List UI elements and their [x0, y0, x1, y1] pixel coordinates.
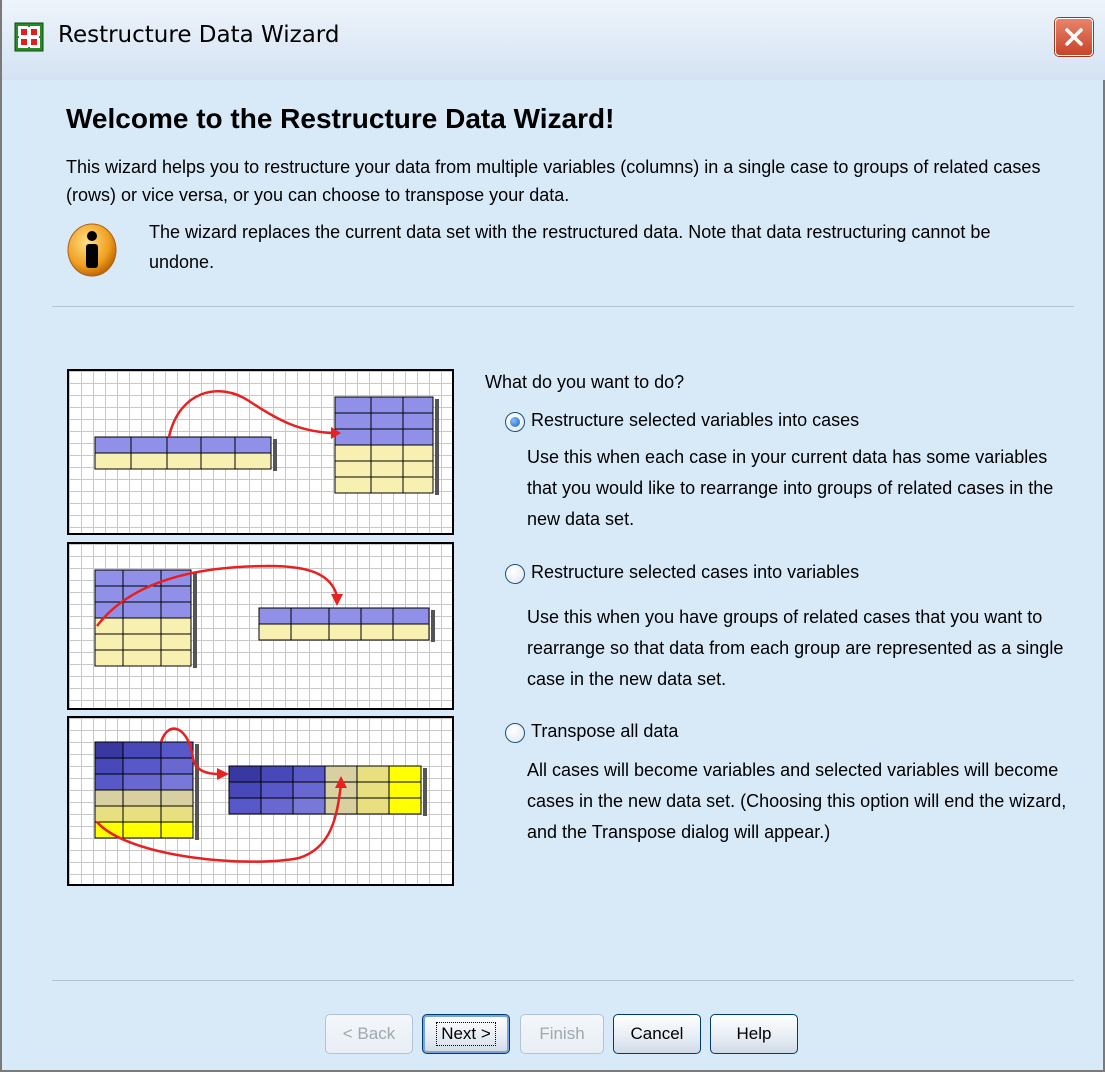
next-button[interactable]: Next > — [422, 1014, 510, 1054]
title-bar: Restructure Data Wizard — [2, 0, 1105, 80]
close-icon — [1065, 28, 1083, 46]
spss-data-icon — [14, 22, 44, 52]
divider-bottom — [52, 980, 1074, 981]
info-icon — [67, 223, 117, 277]
option-label-vars-to-cases[interactable]: Restructure selected variables into case… — [531, 410, 859, 431]
transpose-diagram — [67, 716, 454, 886]
warning-note: The wizard replaces the current data set… — [149, 222, 991, 272]
help-button[interactable]: Help — [710, 1014, 798, 1054]
divider-top — [52, 306, 1074, 307]
finish-button[interactable]: Finish — [520, 1014, 604, 1054]
option-label-transpose[interactable]: Transpose all data — [531, 721, 678, 742]
page-heading: Welcome to the Restructure Data Wizard! — [66, 103, 615, 134]
intro-text: This wizard helps you to restructure you… — [66, 157, 1041, 205]
close-button[interactable] — [1055, 18, 1093, 56]
radio-transpose[interactable] — [505, 723, 525, 743]
option-desc-transpose: All cases will become variables and sele… — [527, 760, 1067, 842]
option-desc-vars-to-cases: Use this when each case in your current … — [527, 447, 1054, 529]
cancel-button[interactable]: Cancel — [613, 1014, 701, 1054]
restructure-cases-to-vars-diagram — [67, 542, 454, 710]
next-button-label: Next > — [436, 1022, 496, 1046]
option-label-cases-to-vars[interactable]: Restructure selected cases into variable… — [531, 562, 859, 583]
radio-cases-to-vars[interactable] — [505, 564, 525, 584]
option-desc-cases-to-vars: Use this when you have groups of related… — [527, 607, 1064, 689]
restructure-vars-to-cases-diagram — [67, 369, 454, 535]
radio-vars-to-cases[interactable] — [505, 412, 525, 432]
question-label: What do you want to do? — [485, 372, 685, 392]
back-button[interactable]: < Back — [325, 1014, 413, 1054]
window-title: Restructure Data Wizard — [58, 22, 340, 48]
wizard-window: Restructure Data Wizard Welcome to the R… — [0, 0, 1105, 1072]
